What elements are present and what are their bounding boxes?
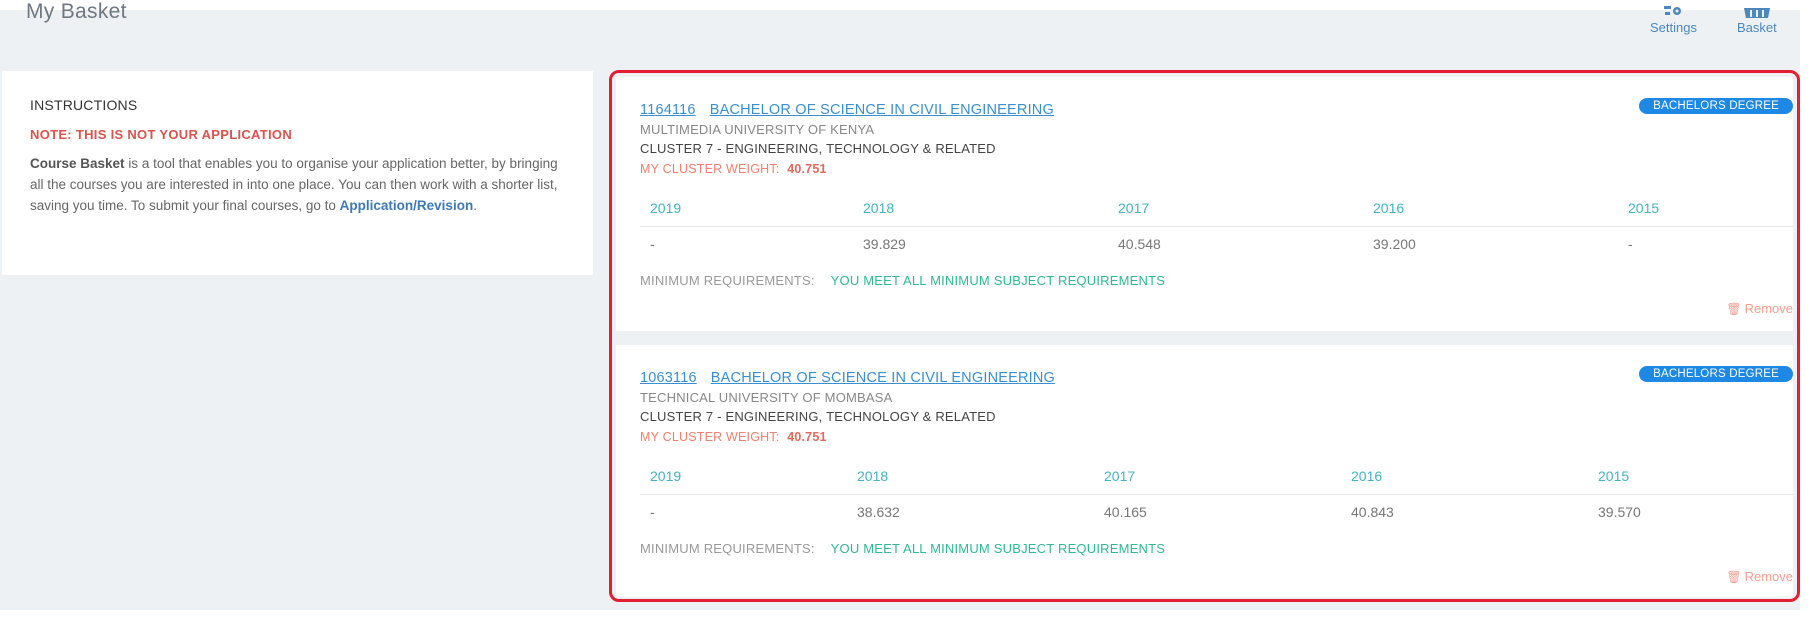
course-name: BACHELOR OF SCIENCE IN CIVIL ENGINEERING: [709, 102, 1054, 118]
cutoff-value: 40.843: [1351, 503, 1394, 520]
application-revision-link[interactable]: Application/Revision: [340, 198, 474, 213]
cutoff-value: 40.165: [1104, 503, 1147, 520]
course-code: 1063116: [640, 370, 697, 386]
trash-icon: 🗑: [1726, 302, 1742, 316]
cutoff-table: 2019 2018 2017 2016 2015 - 39.829 40.548…: [640, 190, 1793, 260]
instructions-panel: INSTRUCTIONS NOTE: THIS IS NOT YOUR APPL…: [2, 71, 593, 275]
settings-button[interactable]: Settings: [1650, 0, 1697, 35]
cutoff-years-row: 2019 2018 2017 2016 2015: [640, 190, 1793, 227]
min-req-status: YOU MEET ALL MINIMUM SUBJECT REQUIREMENT…: [830, 541, 1166, 556]
year-header: 2018: [853, 190, 1108, 227]
degree-badge: BACHELORS DEGREE: [1639, 366, 1793, 382]
course-name: BACHELOR OF SCIENCE IN CIVIL ENGINEERING: [710, 370, 1056, 386]
course-card: 1063116 BACHELOR OF SCIENCE IN CIVIL ENGI…: [616, 345, 1793, 597]
cutoff-value: 38.632: [857, 503, 900, 520]
basket-button[interactable]: Basket: [1737, 0, 1777, 35]
university-name: TECHNICAL UNIVERSITY OF MOMBASA: [640, 390, 893, 405]
cluster-weight-value: 40.751: [787, 430, 827, 444]
cutoff-value: -: [1628, 235, 1633, 252]
cluster-weight-label: MY CLUSTER WEIGHT:: [640, 162, 780, 176]
cutoff-value: -: [650, 503, 655, 520]
course-title-link[interactable]: 1063116 BACHELOR OF SCIENCE IN CIVIL ENGI…: [640, 370, 1055, 386]
remove-button[interactable]: 🗑 Remove: [1726, 301, 1793, 316]
remove-label: Remove: [1744, 569, 1793, 584]
cutoff-value: 40.548: [1118, 235, 1161, 252]
cutoff-value: -: [650, 235, 655, 252]
cluster-weight-value: 40.751: [787, 162, 827, 176]
cluster-name: CLUSTER 7 - ENGINEERING, TECHNOLOGY & RE…: [640, 409, 996, 424]
settings-label: Settings: [1650, 20, 1697, 35]
instructions-title: INSTRUCTIONS: [30, 97, 138, 113]
minimum-requirements: MINIMUM REQUIREMENTS: YOU MEET ALL MINIMU…: [640, 541, 1165, 556]
min-req-label: MINIMUM REQUIREMENTS:: [640, 541, 815, 556]
year-header: 2019: [640, 458, 847, 495]
course-card: 1164116 BACHELOR OF SCIENCE IN CIVIL ENGI…: [616, 77, 1793, 331]
basket-course-list: 1164116 BACHELOR OF SCIENCE IN CIVIL ENGI…: [609, 70, 1800, 602]
instructions-body-end: .: [473, 198, 477, 213]
cutoff-value: 39.200: [1373, 235, 1416, 252]
remove-button[interactable]: 🗑 Remove: [1726, 569, 1793, 584]
course-code: 1164116: [640, 102, 696, 118]
minimum-requirements: MINIMUM REQUIREMENTS: YOU MEET ALL MINIMU…: [640, 273, 1165, 288]
page-title: My Basket: [26, 0, 127, 23]
trash-icon: 🗑: [1726, 570, 1742, 584]
cluster-name: CLUSTER 7 - ENGINEERING, TECHNOLOGY & RE…: [640, 141, 996, 156]
year-header: 2016: [1341, 458, 1588, 495]
year-header: 2015: [1588, 458, 1793, 495]
instructions-body-bold: Course Basket: [30, 156, 125, 171]
instructions-body: Course Basket is a tool that enables you…: [30, 153, 565, 216]
cutoff-values-row: - 39.829 40.548 39.200 -: [640, 227, 1793, 261]
top-strip: [0, 0, 1812, 10]
cutoff-years-row: 2019 2018 2017 2016 2015: [640, 458, 1793, 495]
degree-badge: BACHELORS DEGREE: [1639, 98, 1793, 114]
university-name: MULTIMEDIA UNIVERSITY OF KENYA: [640, 122, 875, 137]
cluster-weight-label: MY CLUSTER WEIGHT:: [640, 430, 780, 444]
min-req-label: MINIMUM REQUIREMENTS:: [640, 273, 815, 288]
year-header: 2019: [640, 190, 853, 227]
basket-label: Basket: [1737, 20, 1777, 35]
instructions-note: NOTE: THIS IS NOT YOUR APPLICATION: [30, 127, 293, 142]
min-req-status: YOU MEET ALL MINIMUM SUBJECT REQUIREMENT…: [830, 273, 1166, 288]
year-header: 2016: [1363, 190, 1618, 227]
cutoff-table: 2019 2018 2017 2016 2015 - 38.632 40.165…: [640, 458, 1793, 528]
year-header: 2015: [1618, 190, 1793, 227]
course-title-link[interactable]: 1164116 BACHELOR OF SCIENCE IN CIVIL ENGI…: [640, 102, 1054, 118]
settings-gears-icon: [1662, 0, 1684, 18]
cutoff-value: 39.829: [863, 235, 906, 252]
year-header: 2017: [1094, 458, 1341, 495]
year-header: 2018: [847, 458, 1094, 495]
cutoff-value: 39.570: [1598, 503, 1641, 520]
cutoff-values-row: - 38.632 40.165 40.843 39.570: [640, 495, 1793, 529]
cluster-weight: MY CLUSTER WEIGHT: 40.751: [640, 162, 827, 176]
cluster-weight: MY CLUSTER WEIGHT: 40.751: [640, 430, 827, 444]
remove-label: Remove: [1744, 301, 1793, 316]
year-header: 2017: [1108, 190, 1363, 227]
basket-icon: [1742, 0, 1772, 18]
